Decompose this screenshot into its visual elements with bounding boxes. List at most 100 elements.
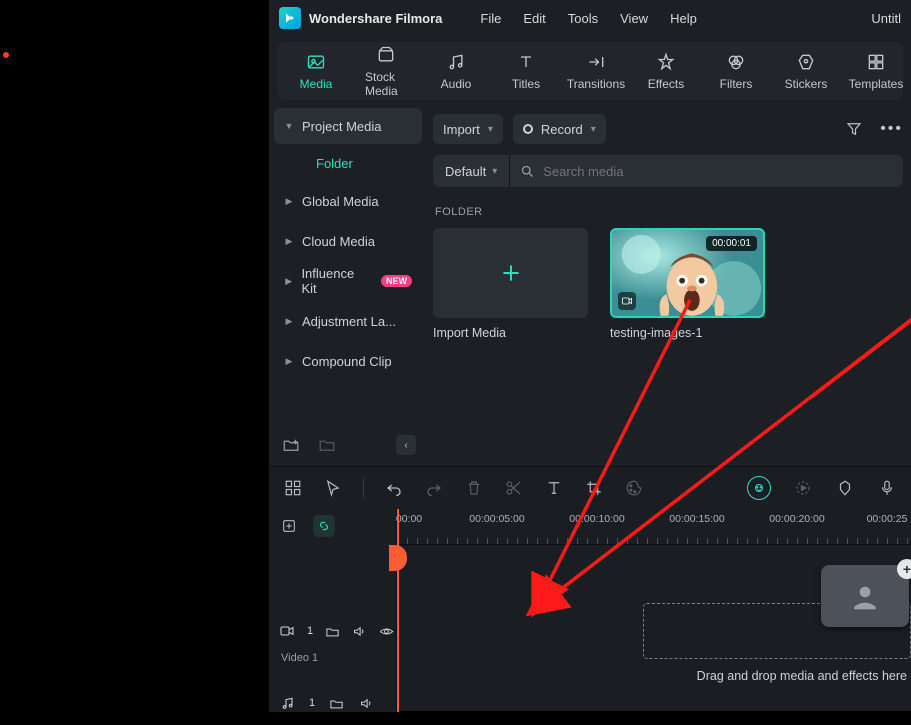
sidebar-compound-label: Compound Clip xyxy=(302,354,392,369)
ruler-tick-1: 00:00:05:00 xyxy=(469,513,524,525)
tab-filters[interactable]: Filters xyxy=(707,47,765,95)
more-options-button[interactable]: ••• xyxy=(880,120,903,138)
tab-media[interactable]: Media xyxy=(287,47,345,95)
sidebar-compound-clip[interactable]: ▶ Compound Clip xyxy=(274,343,422,379)
import-media-card[interactable]: Import Media xyxy=(433,228,588,340)
sidebar: ▼ Project Media Folder ▶ Global Media ▶ … xyxy=(269,106,427,466)
visibility-icon[interactable] xyxy=(379,622,394,640)
record-dropdown[interactable]: Record ▾ xyxy=(513,114,606,144)
separator xyxy=(363,478,364,498)
layout-button[interactable] xyxy=(283,478,303,498)
chevron-down-icon: ▾ xyxy=(488,124,493,135)
menu-file[interactable]: File xyxy=(480,11,501,26)
mute-icon[interactable] xyxy=(352,622,367,640)
tab-templates-label: Templates xyxy=(849,77,904,91)
stickers-icon xyxy=(795,51,817,73)
chevron-down-icon: ▾ xyxy=(591,124,596,135)
marker-button[interactable] xyxy=(835,478,855,498)
tab-stock-media[interactable]: Stock Media xyxy=(357,40,415,102)
audio-mute-icon[interactable] xyxy=(357,694,375,712)
content-toolbar: Import ▾ Record ▾ ••• xyxy=(433,106,903,152)
collapse-sidebar-button[interactable]: ‹ xyxy=(396,435,416,455)
menubar: File Edit Tools View Help xyxy=(480,11,696,26)
sidebar-folder[interactable]: Folder xyxy=(274,146,422,181)
tab-templates[interactable]: Templates xyxy=(847,47,905,95)
playhead[interactable] xyxy=(397,509,399,712)
audio-track-icon xyxy=(279,694,297,712)
module-tabs: Media Stock Media Audio Titles Transitio… xyxy=(277,42,903,100)
split-button[interactable] xyxy=(504,478,524,498)
crop-button[interactable] xyxy=(584,478,604,498)
caret-down-icon: ▼ xyxy=(284,121,294,131)
tab-titles-label: Titles xyxy=(512,77,540,91)
sidebar-adjustment-layer[interactable]: ▶ Adjustment La... xyxy=(274,303,422,339)
menu-tools[interactable]: Tools xyxy=(568,11,598,26)
ruler-tick-2: 00:00:10:00 xyxy=(569,513,624,525)
voiceover-button[interactable] xyxy=(877,478,897,498)
image-placeholder-icon xyxy=(849,580,881,612)
sidebar-global-media[interactable]: ▶ Global Media xyxy=(274,183,422,219)
media-icon xyxy=(305,51,327,73)
audio-lock-icon[interactable] xyxy=(327,694,345,712)
sort-dropdown[interactable]: Default ▾ xyxy=(433,155,510,187)
redo-button[interactable] xyxy=(424,478,444,498)
lock-icon[interactable] xyxy=(325,622,340,640)
select-tool[interactable] xyxy=(323,478,343,498)
templates-icon xyxy=(865,51,887,73)
section-header: FOLDER xyxy=(435,206,903,218)
chevron-down-icon: ▾ xyxy=(492,166,497,177)
track-area[interactable]: 00:00 00:00:05:00 00:00:10:00 00:00:15:0… xyxy=(397,509,911,712)
render-button[interactable] xyxy=(793,478,813,498)
video-track-header[interactable]: 1 Video 1 xyxy=(269,621,396,665)
menu-view[interactable]: View xyxy=(620,11,648,26)
undo-button[interactable] xyxy=(384,478,404,498)
new-badge: NEW xyxy=(381,275,412,287)
clip-name-label: testing-images-1 xyxy=(610,326,765,340)
sidebar-cloud-media[interactable]: ▶ Cloud Media xyxy=(274,223,422,259)
text-button[interactable] xyxy=(544,478,564,498)
titlebar: Wondershare Filmora File Edit Tools View… xyxy=(269,0,911,36)
stock-icon xyxy=(375,44,397,66)
delete-button[interactable] xyxy=(464,478,484,498)
search-row: Default ▾ xyxy=(433,154,903,188)
ruler-tick-4: 00:00:20:00 xyxy=(769,513,824,525)
tab-stickers[interactable]: Stickers xyxy=(777,47,835,95)
tab-transitions-label: Transitions xyxy=(567,77,625,91)
filmora-app: Wondershare Filmora File Edit Tools View… xyxy=(269,0,911,711)
sidebar-global-label: Global Media xyxy=(302,194,379,209)
ai-assistant-button[interactable] xyxy=(747,476,771,500)
effects-icon xyxy=(655,51,677,73)
media-clip-thumb[interactable]: 00:00:01 xyxy=(610,228,765,318)
sidebar-influence-kit[interactable]: ▶ Influence Kit NEW xyxy=(274,263,422,299)
sidebar-cloud-label: Cloud Media xyxy=(302,234,375,249)
sidebar-project-media[interactable]: ▼ Project Media xyxy=(274,108,422,144)
add-track-button[interactable] xyxy=(279,516,299,536)
tab-titles[interactable]: Titles xyxy=(497,47,555,95)
clip-duration: 00:00:01 xyxy=(706,236,757,251)
new-folder-button[interactable] xyxy=(280,434,302,456)
add-track-floating-button[interactable]: + xyxy=(897,559,911,579)
link-tracks-button[interactable] xyxy=(313,515,335,537)
audio-track-header[interactable]: 1 xyxy=(269,681,396,725)
tab-transitions[interactable]: Transitions xyxy=(567,47,625,95)
menu-help[interactable]: Help xyxy=(670,11,697,26)
timeline-toolbar xyxy=(269,467,911,509)
drag-preview[interactable] xyxy=(821,565,909,627)
time-ruler[interactable]: 00:00 00:00:05:00 00:00:10:00 00:00:15:0… xyxy=(397,509,911,545)
sidebar-influence-label: Influence Kit xyxy=(301,266,369,296)
plus-icon xyxy=(498,260,524,286)
color-button[interactable] xyxy=(624,478,644,498)
media-clip-card[interactable]: 00:00:01 testing-images-1 xyxy=(610,228,765,340)
tab-effects[interactable]: Effects xyxy=(637,47,695,95)
tab-audio[interactable]: Audio xyxy=(427,47,485,95)
menu-edit[interactable]: Edit xyxy=(523,11,545,26)
search-input[interactable] xyxy=(543,164,893,179)
import-media-thumb[interactable] xyxy=(433,228,588,318)
import-dropdown[interactable]: Import ▾ xyxy=(433,114,503,144)
filter-button[interactable] xyxy=(844,119,864,139)
dropzone-hint: Drag and drop media and effects here xyxy=(697,669,907,683)
tab-audio-label: Audio xyxy=(441,77,472,91)
record-icon xyxy=(523,124,533,134)
timeline-panel: 1 Video 1 1 00:00 00:00:05: xyxy=(269,466,911,711)
delete-folder-button[interactable] xyxy=(316,434,338,456)
